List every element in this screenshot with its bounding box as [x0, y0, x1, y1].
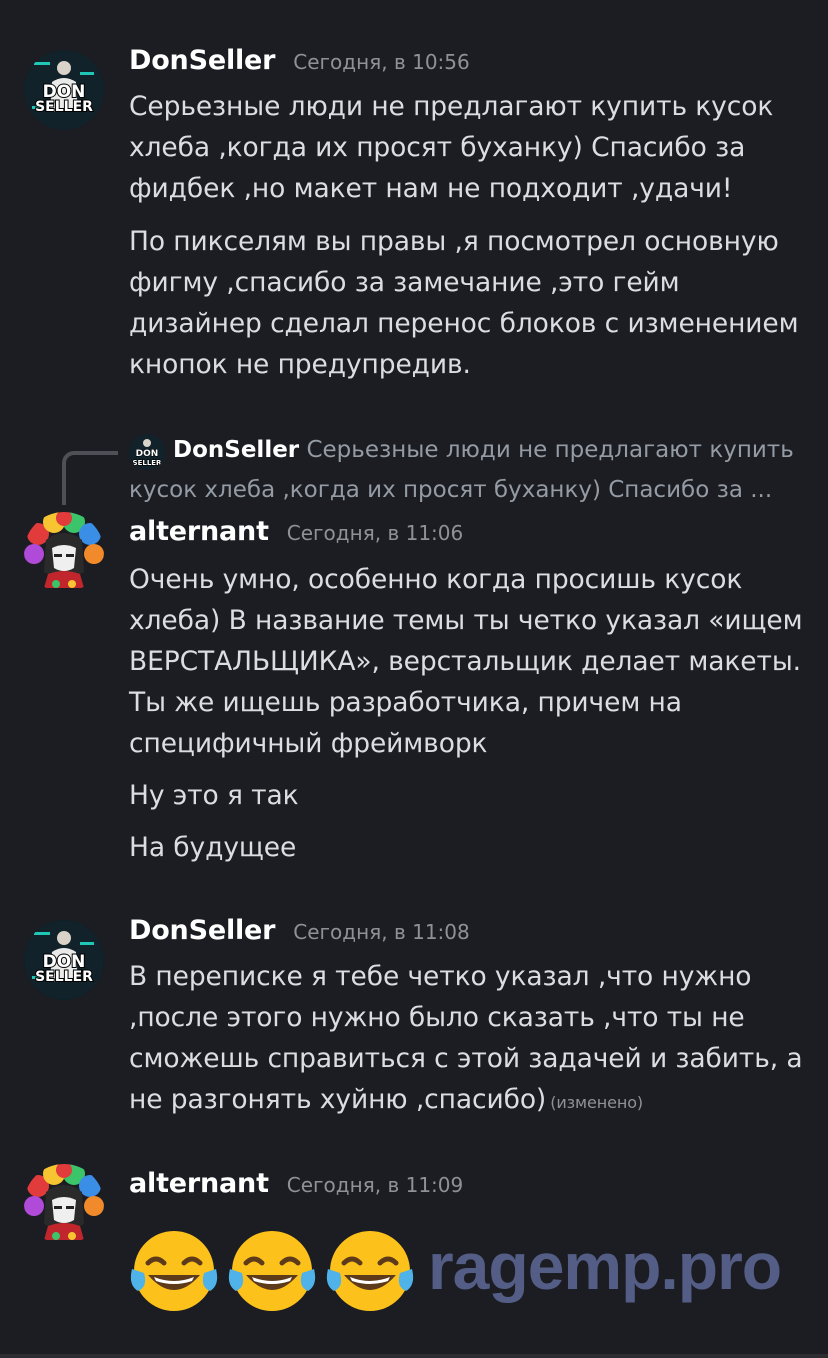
svg-text:SELLER: SELLER — [35, 969, 93, 985]
alternant-avatar-image — [24, 1164, 104, 1244]
avatar-donseller[interactable]: DON SELLER — [24, 920, 104, 1000]
username[interactable]: DonSeller — [129, 915, 275, 946]
reply-username: DonSeller — [173, 437, 300, 463]
watermark: ragemp.pro — [428, 1229, 782, 1303]
avatar-alternant[interactable] — [24, 512, 104, 592]
message-header: alternant Сегодня, в 11:06 — [129, 516, 463, 547]
username[interactable]: alternant — [129, 1168, 269, 1199]
avatar-alternant[interactable] — [24, 1164, 104, 1244]
reply-avatar-donseller: DON SELLER — [129, 434, 165, 470]
message-text: Серьезные люди не предлагают купить кусо… — [129, 91, 774, 204]
avatar-donseller[interactable]: DON SELLER — [24, 50, 104, 130]
message-text: В переписке я тебе четко указал ,что нуж… — [129, 956, 819, 1123]
message-header: alternant Сегодня, в 11:09 — [129, 1168, 463, 1199]
timestamp: Сегодня, в 10:56 — [293, 50, 470, 74]
reply-donseller-avatar-image: DON SELLER — [129, 434, 165, 470]
message-text: Ну это я так — [129, 780, 299, 811]
emoji-row — [128, 1225, 416, 1317]
message-header: DonSeller Сегодня, в 10:56 — [129, 45, 470, 76]
joy-emoji-icon[interactable] — [324, 1225, 416, 1317]
message-content: Очень умно, особенно когда просишь кусок… — [129, 559, 819, 868]
message-content: В переписке я тебе четко указал ,что нуж… — [129, 956, 819, 1123]
message-text-body: В переписке я тебе четко указал ,что нуж… — [129, 961, 803, 1115]
timestamp: Сегодня, в 11:08 — [293, 920, 470, 944]
reply-preview[interactable]: DON SELLER DonSeller Серьезные люди не п… — [129, 430, 809, 510]
username[interactable]: alternant — [129, 516, 269, 547]
message-header: DonSeller Сегодня, в 11:08 — [129, 915, 470, 946]
divider — [0, 1354, 828, 1358]
joy-emoji-icon[interactable] — [226, 1225, 318, 1317]
joy-emoji-icon[interactable] — [128, 1225, 220, 1317]
edited-label: (изменено) — [550, 1093, 644, 1112]
message-content: Серьезные люди не предлагают купить кусо… — [129, 86, 819, 385]
timestamp: Сегодня, в 11:09 — [286, 1173, 464, 1197]
alternant-avatar-image — [24, 512, 104, 592]
message-text: Очень умно, особенно когда просишь кусок… — [129, 564, 803, 759]
donseller-avatar-image: DON SELLER — [24, 920, 104, 1000]
reply-spine — [62, 451, 118, 505]
donseller-avatar-image: DON SELLER — [24, 50, 104, 130]
username[interactable]: DonSeller — [129, 45, 275, 76]
svg-text:SELLER: SELLER — [133, 459, 163, 467]
message-text: По пикселям вы правы ,я посмотрел основн… — [129, 226, 799, 380]
svg-text:DON: DON — [136, 449, 159, 459]
timestamp: Сегодня, в 11:06 — [286, 521, 464, 545]
message-text: На будущее — [129, 832, 297, 863]
svg-text:SELLER: SELLER — [35, 99, 93, 115]
